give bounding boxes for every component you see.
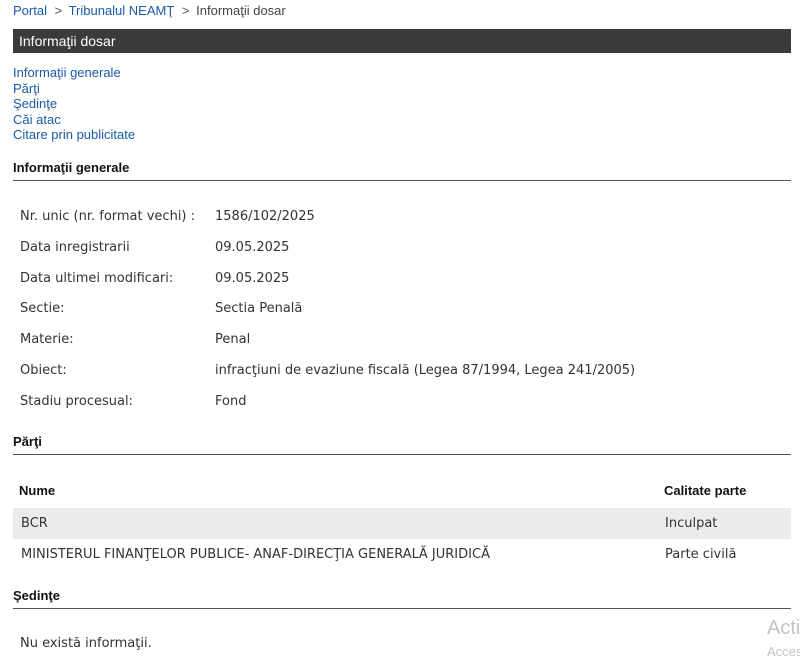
party-name: BCR bbox=[21, 516, 48, 531]
info-label: Materie: bbox=[20, 332, 74, 347]
info-value: Sectia Penală bbox=[215, 301, 303, 316]
party-role: Parte civilă bbox=[665, 547, 737, 562]
party-name: MINISTERUL FINANŢELOR PUBLICE- ANAF-DIRE… bbox=[21, 547, 490, 562]
section-heading-sedinte: Şedinţe bbox=[13, 588, 791, 609]
info-label: Stadiu procesual: bbox=[20, 394, 133, 409]
parti-table-header: Nume Calitate parte bbox=[13, 483, 791, 503]
breadcrumb-court-link[interactable]: Tribunalul NEAMŢ bbox=[69, 3, 175, 18]
info-label: Sectie: bbox=[20, 301, 65, 316]
nav-link-citare-prin-publicitate[interactable]: Citare prin publicitate bbox=[13, 127, 135, 143]
column-header-nume: Nume bbox=[19, 483, 56, 498]
page-title: Informaţii dosar bbox=[13, 29, 791, 53]
info-value: Penal bbox=[215, 332, 251, 347]
section-nav: Informaţii generale Părţi Şedinţe Căi at… bbox=[13, 65, 135, 143]
table-row: MINISTERUL FINANŢELOR PUBLICE- ANAF-DIRE… bbox=[13, 539, 791, 570]
breadcrumb-portal-link[interactable]: Portal bbox=[13, 3, 47, 18]
section-heading-parti: Părţi bbox=[13, 434, 791, 455]
activation-watermark-title: Acti bbox=[767, 617, 800, 639]
info-label: Obiect: bbox=[20, 363, 67, 378]
column-header-calitate: Calitate parte bbox=[664, 483, 747, 498]
info-value: infracţiuni de evaziune fiscală (Legea 8… bbox=[215, 363, 636, 378]
info-value: 09.05.2025 bbox=[215, 240, 290, 255]
info-label: Nr. unic (nr. format vechi) : bbox=[20, 209, 196, 224]
activation-watermark-subtitle: Acces bbox=[767, 644, 800, 659]
breadcrumb-current: Informaţii dosar bbox=[196, 3, 286, 18]
info-value: Fond bbox=[215, 394, 247, 409]
nav-link-parti[interactable]: Părţi bbox=[13, 81, 135, 97]
table-row: BCR Inculpat bbox=[13, 508, 791, 539]
info-label: Data ultimei modificari: bbox=[20, 271, 174, 286]
nav-link-cai-atac[interactable]: Căi atac bbox=[13, 112, 135, 128]
breadcrumb: Portal > Tribunalul NEAMŢ > Informaţii d… bbox=[13, 3, 286, 18]
section-heading-general: Informaţii generale bbox=[13, 160, 791, 181]
party-role: Inculpat bbox=[665, 516, 718, 531]
info-value: 1586/102/2025 bbox=[215, 209, 315, 224]
breadcrumb-separator: > bbox=[181, 3, 190, 18]
nav-link-informatii-generale[interactable]: Informaţii generale bbox=[13, 65, 135, 81]
nav-link-sedinte[interactable]: Şedinţe bbox=[13, 96, 135, 112]
empty-message: Nu există informaţii. bbox=[20, 636, 152, 651]
breadcrumb-separator: > bbox=[54, 3, 63, 18]
info-value: 09.05.2025 bbox=[215, 271, 290, 286]
info-label: Data inregistrarii bbox=[20, 240, 130, 255]
